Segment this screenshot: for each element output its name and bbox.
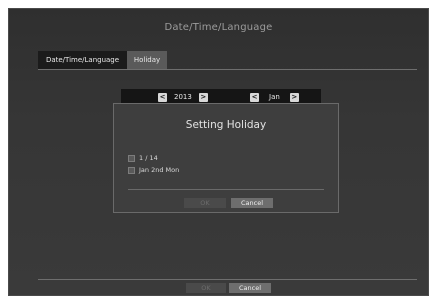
tab-date-time-language[interactable]: Date/Time/Language <box>38 51 127 69</box>
footer-divider <box>38 279 417 280</box>
setting-holiday-dialog: Setting Holiday 1 / 14 Jan 2nd Mon OK Ca… <box>113 103 339 213</box>
footer-cancel-button[interactable]: Cancel <box>229 283 271 293</box>
year-next-icon[interactable]: > <box>198 92 208 102</box>
footer-ok-button[interactable]: OK <box>186 283 226 293</box>
month-value: Jan <box>269 93 280 101</box>
month-next-icon[interactable]: > <box>289 92 299 102</box>
dialog-title: Setting Holiday <box>185 119 267 131</box>
settings-screen: Date/Time/Language Date/Time/Language Ho… <box>8 8 429 296</box>
holiday-weekday-label: Jan 2nd Mon <box>139 166 180 174</box>
year-prev-icon[interactable]: < <box>158 92 167 102</box>
holiday-option-date[interactable]: 1 / 14 <box>128 154 158 162</box>
tab-bar: Date/Time/Language Holiday <box>38 51 167 69</box>
year-value: 2013 <box>174 93 192 101</box>
year-selector: < 2013 > <box>158 92 208 102</box>
dialog-divider <box>128 189 324 190</box>
tab-divider <box>38 69 417 70</box>
dialog-cancel-button[interactable]: Cancel <box>231 198 273 208</box>
tab-holiday[interactable]: Holiday <box>127 51 167 69</box>
holiday-date-label: 1 / 14 <box>139 154 158 162</box>
month-selector: < Jan > <box>250 92 299 102</box>
holiday-weekday-checkbox[interactable] <box>128 166 135 174</box>
holiday-option-weekday[interactable]: Jan 2nd Mon <box>128 166 179 174</box>
month-prev-icon[interactable]: < <box>250 92 259 102</box>
window-title: Date/Time/Language <box>164 22 273 33</box>
holiday-date-checkbox[interactable] <box>128 154 135 162</box>
dialog-ok-button[interactable]: OK <box>184 198 226 208</box>
